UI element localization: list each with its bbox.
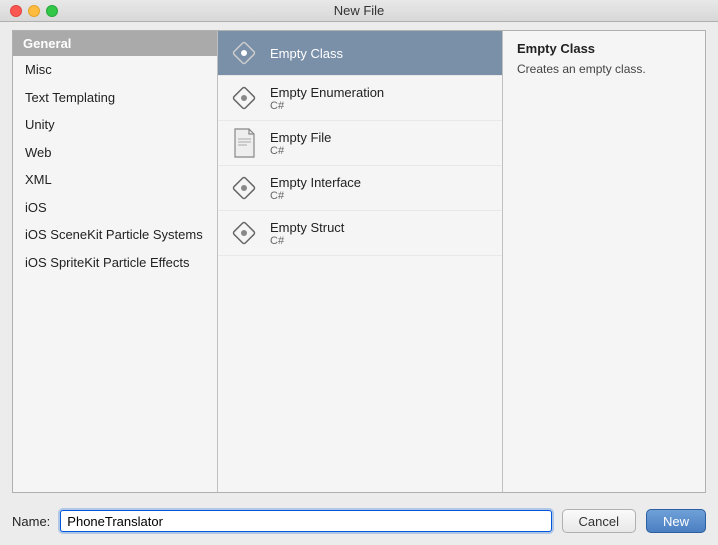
left-panel: General MiscText TemplatingUnityWebXMLiO… [13, 31, 218, 492]
file-type-name-empty-class: Empty Class [270, 46, 343, 61]
category-item-ios-scenekit[interactable]: iOS SceneKit Particle Systems [13, 221, 217, 249]
minimize-button[interactable] [28, 5, 40, 17]
bottom-bar: Name: Cancel New [0, 501, 718, 545]
name-label: Name: [12, 514, 50, 529]
file-type-sub-empty-struct: C# [270, 235, 344, 247]
file-type-item-empty-class[interactable]: Empty Class [218, 31, 502, 76]
file-type-icon-empty-struct [228, 217, 260, 249]
file-type-sub-empty-interface: C# [270, 190, 361, 202]
file-type-icon-empty-file [228, 127, 260, 159]
file-type-item-empty-struct[interactable]: Empty StructC# [218, 211, 502, 256]
right-panel-title: Empty Class [517, 41, 691, 56]
file-type-name-empty-interface: Empty Interface [270, 175, 361, 190]
category-item-misc[interactable]: Misc [13, 56, 217, 84]
left-panel-header: General [13, 31, 217, 56]
right-panel-desc: Creates an empty class. [517, 60, 691, 78]
maximize-button[interactable] [46, 5, 58, 17]
file-type-name-empty-enumeration: Empty Enumeration [270, 85, 384, 100]
file-type-list: Empty Class Empty EnumerationC# Empty Fi… [218, 31, 502, 256]
file-type-icon-empty-class [228, 37, 260, 69]
file-type-text-empty-interface: Empty InterfaceC# [270, 175, 361, 202]
file-type-text-empty-class: Empty Class [270, 46, 343, 61]
file-type-name-empty-file: Empty File [270, 130, 331, 145]
file-type-item-empty-file[interactable]: Empty FileC# [218, 121, 502, 166]
right-panel: Empty Class Creates an empty class. [503, 31, 705, 492]
file-type-item-empty-enumeration[interactable]: Empty EnumerationC# [218, 76, 502, 121]
panels: General MiscText TemplatingUnityWebXMLiO… [12, 30, 706, 493]
file-type-text-empty-file: Empty FileC# [270, 130, 331, 157]
category-item-text-templating[interactable]: Text Templating [13, 84, 217, 112]
file-type-sub-empty-enumeration: C# [270, 100, 384, 112]
traffic-lights [10, 5, 58, 17]
file-type-sub-empty-file: C# [270, 145, 331, 157]
file-type-name-empty-struct: Empty Struct [270, 220, 344, 235]
category-item-ios-spritekit[interactable]: iOS SpriteKit Particle Effects [13, 249, 217, 277]
name-input[interactable] [60, 510, 551, 532]
category-list: MiscText TemplatingUnityWebXMLiOSiOS Sce… [13, 56, 217, 276]
category-item-unity[interactable]: Unity [13, 111, 217, 139]
cancel-button[interactable]: Cancel [562, 509, 636, 533]
main-content: General MiscText TemplatingUnityWebXMLiO… [0, 22, 718, 545]
category-item-web[interactable]: Web [13, 139, 217, 167]
window-title: New File [334, 3, 385, 18]
file-type-icon-empty-enumeration [228, 82, 260, 114]
file-type-text-empty-enumeration: Empty EnumerationC# [270, 85, 384, 112]
title-bar: New File [0, 0, 718, 22]
middle-panel: Empty Class Empty EnumerationC# Empty Fi… [218, 31, 503, 492]
file-type-text-empty-struct: Empty StructC# [270, 220, 344, 247]
category-item-xml[interactable]: XML [13, 166, 217, 194]
file-type-item-empty-interface[interactable]: Empty InterfaceC# [218, 166, 502, 211]
close-button[interactable] [10, 5, 22, 17]
file-type-icon-empty-interface [228, 172, 260, 204]
new-button[interactable]: New [646, 509, 706, 533]
category-item-ios[interactable]: iOS [13, 194, 217, 222]
